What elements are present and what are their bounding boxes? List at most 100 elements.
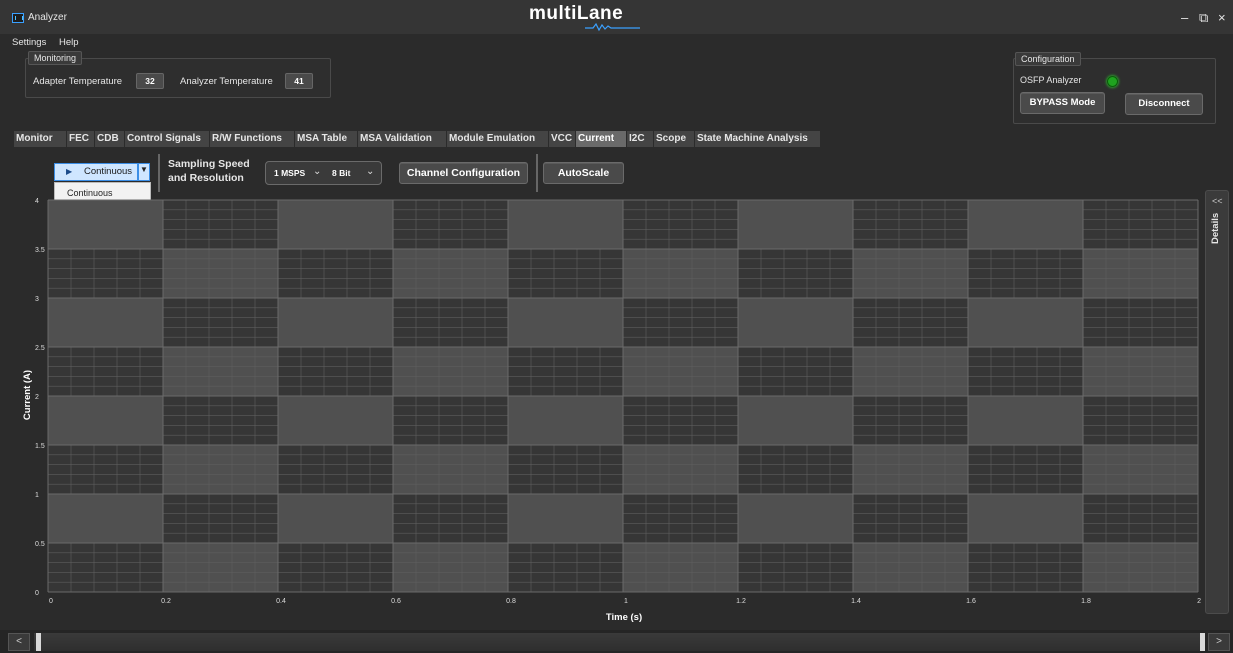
grid-cell: [968, 543, 1083, 592]
speed-select[interactable]: 1 MSPS: [274, 168, 305, 178]
grid-cell: [1083, 396, 1198, 445]
x-tick-label: 0.6: [391, 598, 401, 605]
scrollbar-thumb-right[interactable]: [1200, 633, 1205, 651]
grid-cell: [508, 200, 623, 249]
grid-cell: [163, 347, 278, 396]
channel-configuration-button[interactable]: Channel Configuration: [399, 162, 528, 184]
resolution-select[interactable]: 8 Bit: [332, 168, 350, 178]
y-tick-label: 3.5: [35, 247, 45, 254]
analyzer-temperature-label: Analyzer Temperature: [180, 76, 273, 87]
tab-control-signals[interactable]: Control Signals: [125, 131, 209, 147]
minor-grid: [163, 445, 278, 494]
y-tick-label: 1.5: [35, 443, 45, 450]
tab-rw-functions[interactable]: R/W Functions: [210, 131, 294, 147]
chart-grid: [47, 199, 1199, 593]
grid-cell: [738, 445, 853, 494]
mode-dropdown[interactable]: ▶ Continuous: [54, 163, 138, 181]
minor-grid: [623, 445, 738, 494]
grid-cell: [163, 200, 278, 249]
grid-cell: [48, 298, 163, 347]
tab-state-machine-analysis[interactable]: State Machine Analysis: [695, 131, 820, 147]
minor-grid: [1083, 200, 1198, 249]
autoscale-button[interactable]: AutoScale: [543, 162, 624, 184]
tab-vcc[interactable]: VCC: [549, 131, 575, 147]
grid-cell: [278, 396, 393, 445]
minor-grid: [393, 200, 508, 249]
grid-cell: [623, 494, 738, 543]
minor-grid: [278, 445, 393, 494]
grid-cell: [508, 249, 623, 298]
menu-help[interactable]: Help: [59, 37, 79, 48]
grid-cell: [623, 445, 738, 494]
brand-wave-icon: [585, 22, 640, 32]
menu-settings[interactable]: Settings: [12, 37, 46, 48]
y-tick-label: 2.5: [35, 345, 45, 352]
minor-grid: [48, 249, 163, 298]
scrollbar-track[interactable]: [34, 633, 1202, 651]
resolution-chevron-down-icon[interactable]: ⌄: [366, 166, 374, 177]
toolbar-divider: [158, 154, 160, 192]
title-bar: Analyzer multiLane – ⧉ ×: [0, 0, 1233, 34]
scrollbar-thumb-left[interactable]: [36, 633, 41, 651]
minor-grid: [853, 200, 968, 249]
tab-cdb[interactable]: CDB: [95, 131, 124, 147]
disconnect-button[interactable]: Disconnect: [1125, 93, 1203, 115]
scroll-right-button[interactable]: >: [1208, 633, 1230, 651]
x-tick-label: 0.2: [161, 598, 171, 605]
grid-cell: [853, 396, 968, 445]
grid-cell: [623, 249, 738, 298]
grid-cell: [1083, 347, 1198, 396]
mode-option-inrush[interactable]: Inrush: [67, 207, 92, 217]
grid-cell: [738, 200, 853, 249]
tab-msa-validation[interactable]: MSA Validation: [358, 131, 446, 147]
mode-option-continuous[interactable]: Continuous: [67, 188, 113, 198]
tab-msa-table[interactable]: MSA Table: [295, 131, 357, 147]
grid-cell: [393, 396, 508, 445]
minor-grid: [163, 396, 278, 445]
grid-cell: [853, 494, 968, 543]
maximize-button[interactable]: ⧉: [1199, 11, 1208, 24]
minor-grid: [968, 347, 1083, 396]
tab-i2c[interactable]: I2C: [627, 131, 653, 147]
tab-scope[interactable]: Scope: [654, 131, 694, 147]
grid-cell: [968, 445, 1083, 494]
mode-dropdown-toggle[interactable]: ▼: [138, 163, 150, 181]
grid-cell: [393, 543, 508, 592]
close-button[interactable]: ×: [1218, 11, 1226, 24]
minor-grid: [163, 347, 278, 396]
grid-cell: [48, 543, 163, 592]
y-tick-label: 0: [35, 590, 39, 597]
grid-cell: [623, 298, 738, 347]
scroll-left-button[interactable]: <: [8, 633, 30, 651]
grid-cell: [508, 347, 623, 396]
minor-grid: [738, 543, 853, 592]
tab-current[interactable]: Current: [576, 131, 626, 147]
grid-cell: [1083, 249, 1198, 298]
bypass-mode-button[interactable]: BYPASS Mode: [1020, 92, 1105, 114]
tab-monitor[interactable]: Monitor: [14, 131, 66, 147]
minimize-button[interactable]: –: [1181, 11, 1188, 24]
grid-cell: [163, 543, 278, 592]
sampling-label-line2: and Resolution: [168, 172, 244, 184]
grid-cell: [48, 445, 163, 494]
grid-cell: [853, 249, 968, 298]
toolbar-divider-2: [536, 154, 538, 192]
minor-grid: [393, 445, 508, 494]
minor-grid: [1083, 396, 1198, 445]
tab-module-emulation[interactable]: Module Emulation: [447, 131, 548, 147]
mode-selected-value: Continuous: [84, 166, 133, 177]
tab-fec[interactable]: FEC: [67, 131, 94, 147]
minor-grid: [48, 347, 163, 396]
x-tick-label: 0: [49, 598, 53, 605]
x-tick-label: 1.8: [1081, 598, 1091, 605]
minor-grid: [623, 347, 738, 396]
minor-grid: [853, 347, 968, 396]
minor-grid: [968, 445, 1083, 494]
details-panel[interactable]: <<: [1205, 190, 1229, 614]
speed-chevron-down-icon[interactable]: ⌄: [313, 166, 321, 177]
grid-cell: [48, 249, 163, 298]
minor-grid: [853, 494, 968, 543]
minor-grid: [623, 396, 738, 445]
x-tick-label: 2: [1197, 598, 1201, 605]
grid-cell: [968, 494, 1083, 543]
